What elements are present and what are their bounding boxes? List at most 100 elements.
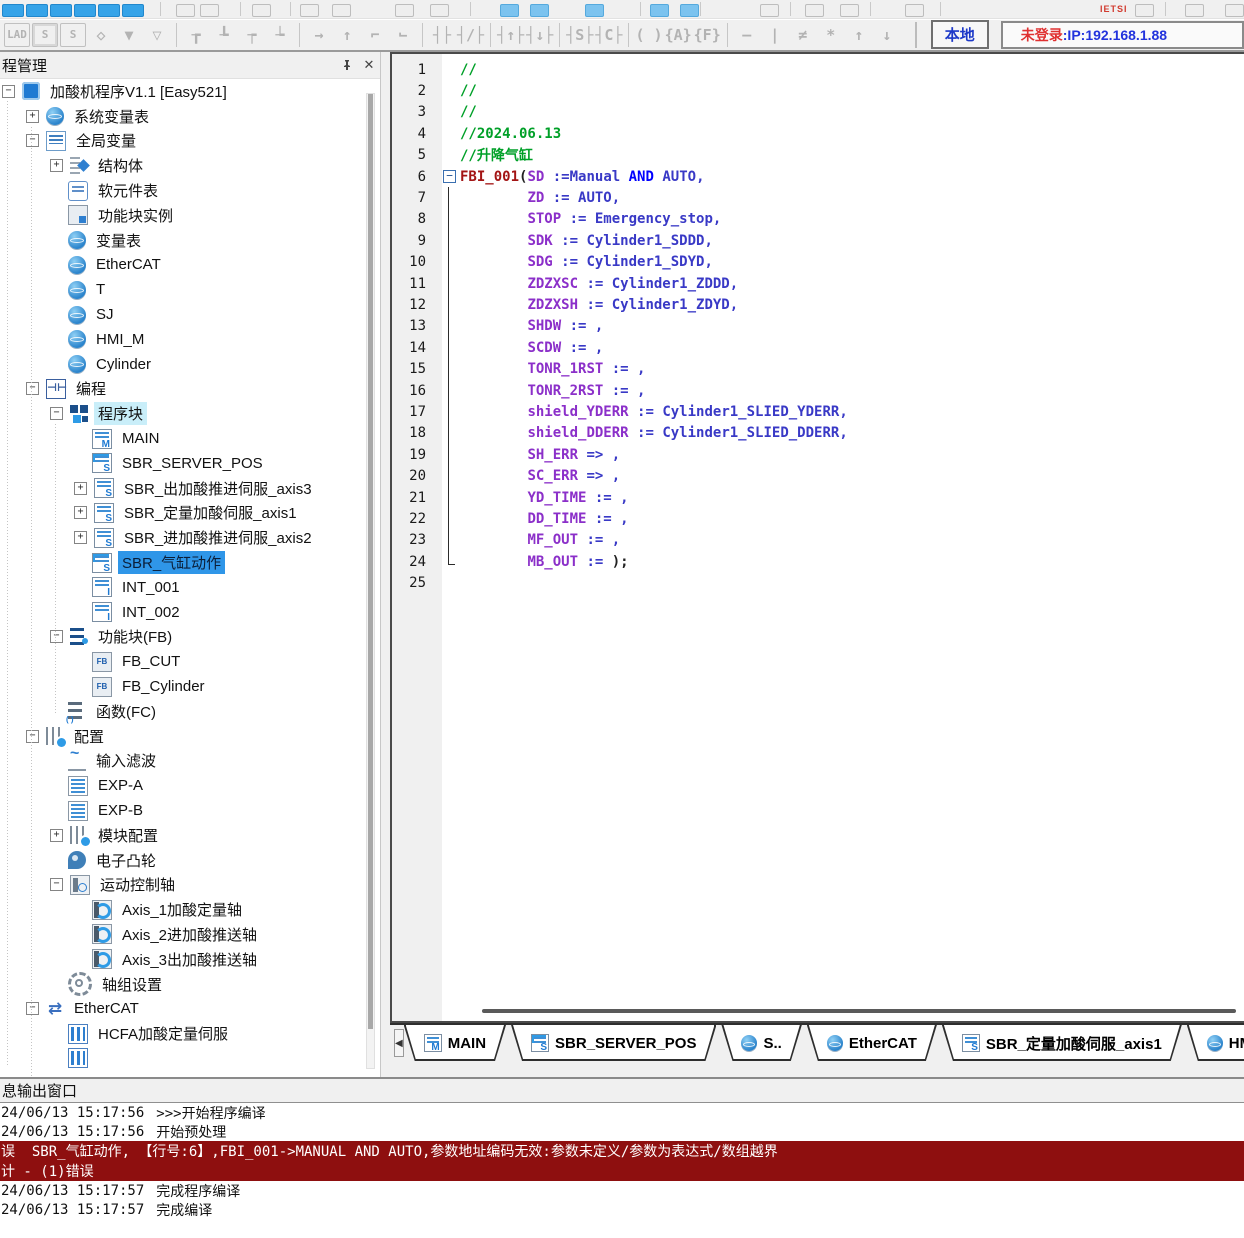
toolbar-icon-clipped[interactable]: [905, 4, 924, 17]
tree-item-系统变量表[interactable]: +系统变量表: [0, 104, 380, 129]
toolbar-icon-clipped[interactable]: [1135, 4, 1154, 17]
tree-item-HCFA加酸定量伺服[interactable]: HCFA加酸定量伺服: [0, 1021, 380, 1046]
tree-expander-icon[interactable]: +: [74, 482, 87, 495]
code-line-3[interactable]: 3//: [392, 102, 1244, 123]
tree-item-SBR_SERVER_POS[interactable]: SBR_SERVER_POS: [0, 451, 380, 476]
tree-expander-icon[interactable]: +: [50, 159, 63, 172]
contact-closed-icon[interactable]: ┤∕├: [457, 22, 484, 48]
code-line-8[interactable]: 8 STOP := Emergency_stop,: [392, 209, 1244, 230]
lad-mode-icon[interactable]: LAD: [4, 23, 30, 47]
st-code-editor[interactable]: 1//2//3//4//2024.06.135//升降气缸6FBI_001(SD…: [390, 52, 1244, 1023]
tree-item-全局变量[interactable]: −全局变量: [0, 129, 380, 154]
insert-row-icon[interactable]: ▼: [116, 22, 142, 48]
delete-node-icon[interactable]: *: [818, 22, 844, 48]
tree-item-功能块实例[interactable]: 功能块实例: [0, 203, 380, 228]
tree-item-软元件表[interactable]: 软元件表: [0, 178, 380, 203]
code-line-11[interactable]: 11 ZDZXSC := Cylinder1_ZDDD,: [392, 273, 1244, 294]
tree-expander-icon[interactable]: −: [50, 878, 63, 891]
tree-item-Cylinder[interactable]: Cylinder: [0, 352, 380, 377]
toolbar-icon-clipped[interactable]: [530, 4, 549, 17]
tree-item-EXP-B[interactable]: EXP-B: [0, 798, 380, 823]
code-line-25[interactable]: 25: [392, 572, 1244, 593]
line-up-icon[interactable]: ↑: [334, 22, 360, 48]
toolbar-icon-clipped[interactable]: [50, 4, 72, 17]
ladder-branch-bl-icon[interactable]: ┺: [211, 22, 237, 48]
toolbar-icon-clipped[interactable]: [430, 4, 449, 17]
tree-item-运动控制轴[interactable]: −运动控制轴: [0, 873, 380, 898]
toolbar-icon-clipped[interactable]: [200, 4, 219, 17]
ladder-branch-tr-icon[interactable]: ┮: [239, 22, 265, 48]
code-line-5[interactable]: 5//升降气缸: [392, 145, 1244, 166]
tree-item-SJ[interactable]: SJ: [0, 302, 380, 327]
local-mode-button[interactable]: 本地: [931, 20, 989, 49]
tree-item-FB_CUT[interactable]: FBFB_CUT: [0, 649, 380, 674]
tree-item-结构体[interactable]: +结构体: [0, 153, 380, 178]
tree-item-变量表[interactable]: 变量表: [0, 228, 380, 253]
document-tab-EtherCAT[interactable]: EtherCAT: [807, 1025, 937, 1061]
document-tab-MAIN[interactable]: MAIN: [404, 1025, 506, 1061]
tree-item-Axis_2进加酸推送轴[interactable]: Axis_2进加酸推送轴: [0, 922, 380, 947]
tree-item-clipped[interactable]: [0, 1046, 380, 1071]
tree-expander-icon[interactable]: +: [74, 531, 87, 544]
code-line-18[interactable]: 18 shield_DDERR := Cylinder1_SLIED_DDERR…: [392, 423, 1244, 444]
tree-item-EXP-A[interactable]: EXP-A: [0, 773, 380, 798]
login-status-box[interactable]: 未登录:IP:192.168.1.88: [1001, 21, 1244, 49]
ladder-branch-br-icon[interactable]: ┶: [267, 22, 293, 48]
toolbar-icon-clipped[interactable]: [2, 4, 24, 17]
code-line-22[interactable]: 22 DD_TIME := ,: [392, 508, 1244, 529]
code-line-16[interactable]: 16 TONR_2RST := ,: [392, 380, 1244, 401]
delete-hline-icon[interactable]: ≠: [790, 22, 816, 48]
toolbar-icon-clipped[interactable]: [760, 4, 779, 17]
tree-expander-icon[interactable]: +: [74, 506, 87, 519]
toolbar-icon-clipped[interactable]: [395, 4, 414, 17]
insert-row-outline-icon[interactable]: ▽: [144, 22, 170, 48]
tree-item-输入滤波[interactable]: 输入滤波: [0, 749, 380, 774]
corner-up-icon[interactable]: ⌐: [362, 22, 388, 48]
editor-horizontal-scrollbar[interactable]: [452, 1007, 1236, 1015]
tree-item-EtherCAT[interactable]: −⇄EtherCAT: [0, 996, 380, 1021]
toolbar-icon-clipped[interactable]: [500, 4, 519, 17]
toolbar-icon-clipped[interactable]: [332, 4, 351, 17]
tree-expander-icon[interactable]: +: [26, 110, 39, 123]
tree-item-配置[interactable]: −配置: [0, 724, 380, 749]
move-up-icon[interactable]: ↑: [846, 22, 872, 48]
tree-item-SBR_进加酸推进伺服_axis2[interactable]: +SBR_进加酸推进伺服_axis2: [0, 525, 380, 550]
tree-item-Axis_1加酸定量轴[interactable]: Axis_1加酸定量轴: [0, 897, 380, 922]
toolbar-icon-clipped[interactable]: [98, 4, 120, 17]
panel-splitter[interactable]: [381, 52, 390, 1077]
tree-expander-icon[interactable]: −: [50, 630, 63, 643]
tree-expander-icon[interactable]: −: [26, 1002, 39, 1015]
tree-expander-icon[interactable]: −: [26, 730, 39, 743]
st-box-icon[interactable]: S: [32, 23, 58, 47]
toolbar-icon-clipped[interactable]: [300, 4, 319, 17]
tree-expander-icon[interactable]: +: [50, 829, 63, 842]
tree-item-HMI_M[interactable]: HMI_M: [0, 327, 380, 352]
code-line-6[interactable]: 6FBI_001(SD :=Manual AND AUTO,: [392, 166, 1244, 187]
tree-item-EtherCAT[interactable]: EtherCAT: [0, 253, 380, 278]
corner-down-icon[interactable]: ⌐: [390, 22, 416, 48]
toolbar-icon-clipped[interactable]: [122, 4, 144, 17]
tree-vertical-scrollbar[interactable]: [366, 93, 375, 1069]
code-line-19[interactable]: 19 SH_ERR => ,: [392, 444, 1244, 465]
tree-item-INT_002[interactable]: INT_002: [0, 600, 380, 625]
move-down-icon[interactable]: ↓: [874, 22, 900, 48]
code-line-2[interactable]: 2//: [392, 80, 1244, 101]
tree-item-编程[interactable]: −⊣⊢编程: [0, 377, 380, 402]
contact-open-icon[interactable]: ┤├: [429, 22, 455, 48]
coil-icon[interactable]: ( ): [635, 22, 662, 48]
tree-item-电子凸轮[interactable]: 电子凸轮: [0, 848, 380, 873]
code-line-7[interactable]: 7 ZD := AUTO,: [392, 187, 1244, 208]
document-tab-SBR_SERVER_POS[interactable]: SBR_SERVER_POS: [511, 1025, 716, 1061]
tree-expander-icon[interactable]: −: [50, 407, 63, 420]
toolbar-icon-clipped[interactable]: [1225, 4, 1244, 17]
tree-item-SBR_定量加酸伺服_axis1[interactable]: +SBR_定量加酸伺服_axis1: [0, 501, 380, 526]
code-line-23[interactable]: 23 MF_OUT := ,: [392, 530, 1244, 551]
tree-item-加酸机程序V1.1 [Easy521][interactable]: −加酸机程序V1.1 [Easy521]: [0, 79, 380, 104]
vline-icon[interactable]: |: [762, 22, 788, 48]
code-line-24[interactable]: 24 MB_OUT := );: [392, 551, 1244, 572]
ladder-branch-tl-icon[interactable]: ┲: [183, 22, 209, 48]
tree-item-函数(FC)[interactable]: 函数(FC): [0, 699, 380, 724]
code-line-17[interactable]: 17 shield_YDERR := Cylinder1_SLIED_YDERR…: [392, 401, 1244, 422]
tree-item-SBR_出加酸推进伺服_axis3[interactable]: +SBR_出加酸推进伺服_axis3: [0, 476, 380, 501]
st-box2-icon[interactable]: S: [60, 23, 86, 47]
